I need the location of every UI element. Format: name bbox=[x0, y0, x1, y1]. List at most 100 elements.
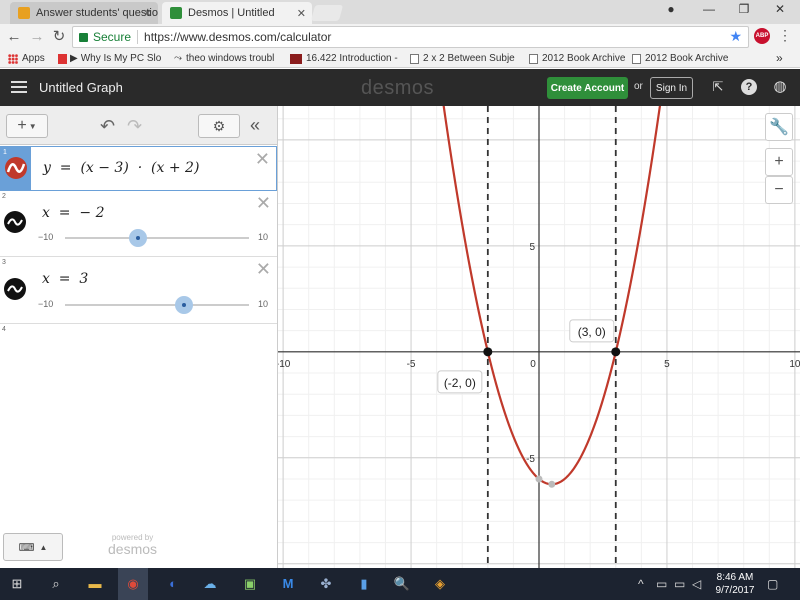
close-icon[interactable]: ✕ bbox=[143, 7, 152, 20]
add-expression-button[interactable]: + ▼ bbox=[6, 114, 48, 138]
hamburger-menu-icon[interactable] bbox=[11, 81, 27, 93]
cloud-app-icon[interactable]: ☁ bbox=[200, 574, 220, 594]
globe-icon[interactable]: ◍ bbox=[772, 79, 788, 95]
restore-icon[interactable]: ❐ bbox=[729, 2, 759, 16]
page-icon bbox=[410, 53, 419, 64]
bookmarks-overflow[interactable]: » bbox=[776, 51, 783, 65]
bookmarks-bar: Apps ▶ Why Is My PC Slow ⤳ theo windows tr… bbox=[0, 50, 800, 68]
bookmark-theo-windows[interactable]: ⤳ theo windows trouble bbox=[174, 53, 274, 64]
zoom-out-button[interactable]: − bbox=[765, 176, 793, 204]
bookmark-book-archive-2[interactable]: 2012 Book Archive bbox=[632, 53, 728, 64]
x-tick-label: 10 bbox=[789, 359, 800, 370]
system-clock[interactable]: 8:46 AM 9/7/2017 bbox=[710, 571, 760, 597]
new-tab-button[interactable] bbox=[310, 5, 344, 21]
volume-icon[interactable]: ◁ bbox=[692, 577, 701, 591]
bookmark-apps[interactable]: Apps bbox=[8, 53, 45, 64]
slider-min[interactable]: −10 bbox=[38, 232, 53, 242]
divider bbox=[137, 30, 139, 44]
expression-input[interactable]: x = 3 bbox=[42, 271, 88, 287]
expression-input[interactable]: x = − 2 bbox=[42, 205, 105, 221]
star-icon[interactable]: ★ bbox=[729, 28, 742, 45]
network-app-icon[interactable]: ✤ bbox=[316, 574, 336, 594]
slider-max[interactable]: 10 bbox=[258, 232, 268, 242]
user-icon[interactable]: ● bbox=[656, 2, 686, 16]
paint-app-icon[interactable]: ◈ bbox=[430, 574, 450, 594]
play-icon: ▶ bbox=[70, 53, 78, 64]
bookmark-icon: ⤳ bbox=[174, 53, 182, 64]
reload-icon[interactable]: ↻ bbox=[51, 28, 67, 46]
delete-expression-icon[interactable]: ✕ bbox=[256, 193, 271, 214]
slider-track[interactable] bbox=[65, 237, 249, 239]
tab-answer-students[interactable]: Answer students' questio ✕ bbox=[10, 2, 158, 24]
malwarebytes-icon[interactable]: M bbox=[278, 574, 298, 594]
file-explorer-icon[interactable]: ▬ bbox=[85, 574, 105, 594]
bookmark-2x2[interactable]: 2 x 2 Between Subjec bbox=[410, 53, 515, 64]
url-text: https://www.desmos.com/calculator bbox=[144, 30, 332, 44]
tab-title: Answer students' questio bbox=[36, 7, 158, 19]
notification-icon[interactable]: ▢ bbox=[767, 577, 778, 591]
desmos-tab-icon bbox=[170, 7, 182, 19]
back-arrow-icon[interactable]: ← bbox=[6, 28, 22, 46]
minimize-icon[interactable]: — bbox=[694, 2, 724, 16]
search-icon[interactable]: ⌕ bbox=[46, 574, 66, 594]
collapse-panel-icon[interactable]: « bbox=[250, 115, 260, 136]
magnifier-app-icon[interactable]: 🔍 bbox=[392, 574, 412, 594]
create-account-button[interactable]: Create Account bbox=[547, 77, 628, 99]
powered-by-logo: desmos bbox=[108, 541, 158, 557]
plus-icon: + bbox=[774, 153, 784, 170]
window-close-icon[interactable]: ✕ bbox=[765, 2, 795, 16]
desmos-logo: desmos bbox=[361, 77, 435, 99]
graph-settings-button[interactable]: 🔧 bbox=[765, 113, 793, 141]
delete-expression-icon[interactable]: ✕ bbox=[256, 259, 271, 280]
network-icon[interactable]: ▭ bbox=[656, 577, 667, 591]
delete-expression-icon[interactable]: ✕ bbox=[255, 149, 270, 170]
slider-max[interactable]: 10 bbox=[258, 299, 268, 309]
zoom-in-button[interactable]: + bbox=[765, 148, 793, 176]
slider-min[interactable]: −10 bbox=[38, 299, 53, 309]
secure-label: Secure bbox=[93, 30, 132, 44]
menu-dots-icon[interactable]: ⋮ bbox=[778, 27, 792, 44]
bookmark-16422[interactable]: 16.422 Introduction - bbox=[290, 53, 398, 64]
redo-icon[interactable]: ↷ bbox=[127, 116, 142, 137]
bookmark-why-pc-slow[interactable]: ▶ Why Is My PC Slow bbox=[58, 53, 161, 64]
adblock-icon[interactable]: ABP bbox=[754, 28, 770, 44]
graph-color-icon[interactable] bbox=[5, 157, 27, 179]
slider-track[interactable] bbox=[65, 304, 249, 306]
windows-taskbar: ⊞ ⌕ ▬ ◉ ◐ ☁ ▣ M ✤ ▮ 🔍 ◈ ^ ▭ ▭ ◁ 8:46 AM … bbox=[0, 568, 800, 600]
chrome-icon[interactable]: ◉ bbox=[123, 574, 143, 594]
close-icon[interactable]: ✕ bbox=[297, 7, 306, 20]
graph-title[interactable]: Untitled Graph bbox=[39, 80, 123, 95]
undo-icon[interactable]: ↶ bbox=[100, 116, 115, 137]
expression-row-1[interactable]: 1 y = (x − 3) · (x + 2) ✕ bbox=[0, 146, 277, 191]
slider-thumb[interactable] bbox=[175, 296, 193, 314]
keyboard-toggle-button[interactable]: ⌨ ▲ bbox=[3, 533, 63, 561]
bookmark-book-archive-1[interactable]: 2012 Book Archive bbox=[529, 53, 625, 64]
document-app-icon[interactable]: ▮ bbox=[354, 574, 374, 594]
settings-button[interactable]: ⚙ bbox=[198, 114, 240, 138]
expression-row-2[interactable]: 2 x = − 2 ✕ −10 10 bbox=[0, 191, 277, 257]
graph-paper[interactable]: -10-50510-55(-2, 0)(3, 0) bbox=[278, 106, 800, 568]
battery-icon[interactable]: ▭ bbox=[674, 577, 685, 591]
tab-desmos[interactable]: Desmos | Untitled ✕ bbox=[162, 2, 312, 24]
expression-row-3[interactable]: 3 x = 3 ✕ −10 10 bbox=[0, 257, 277, 324]
firefox-icon[interactable]: ◐ bbox=[163, 574, 183, 594]
graph-svg[interactable]: -10-50510-55(-2, 0)(3, 0) bbox=[278, 106, 800, 568]
address-bar[interactable]: Secure https://www.desmos.com/calculator… bbox=[72, 26, 749, 48]
help-icon[interactable]: ? bbox=[741, 79, 757, 95]
x-tick-label: 0 bbox=[530, 359, 536, 370]
photo-app-icon[interactable]: ▣ bbox=[240, 574, 260, 594]
expression-input[interactable]: y = (x − 3) · (x + 2) bbox=[43, 160, 199, 176]
clock-time: 8:46 AM bbox=[716, 572, 754, 583]
windows-start-icon[interactable]: ⊞ bbox=[7, 574, 27, 594]
graph-color-icon[interactable] bbox=[4, 211, 26, 233]
bookmark-label: theo windows trouble bbox=[186, 53, 274, 64]
chevron-up-icon[interactable]: ^ bbox=[638, 577, 644, 591]
sign-in-button[interactable]: Sign In bbox=[650, 77, 693, 99]
page-icon bbox=[632, 53, 641, 64]
forward-arrow-icon[interactable]: → bbox=[29, 28, 45, 46]
graph-color-icon[interactable] bbox=[4, 278, 26, 300]
expression-index[interactable]: 4 bbox=[0, 324, 30, 360]
tab-title: Desmos | Untitled bbox=[188, 7, 275, 19]
slider-thumb[interactable] bbox=[129, 229, 147, 247]
share-icon[interactable]: ⇱ bbox=[710, 79, 726, 95]
